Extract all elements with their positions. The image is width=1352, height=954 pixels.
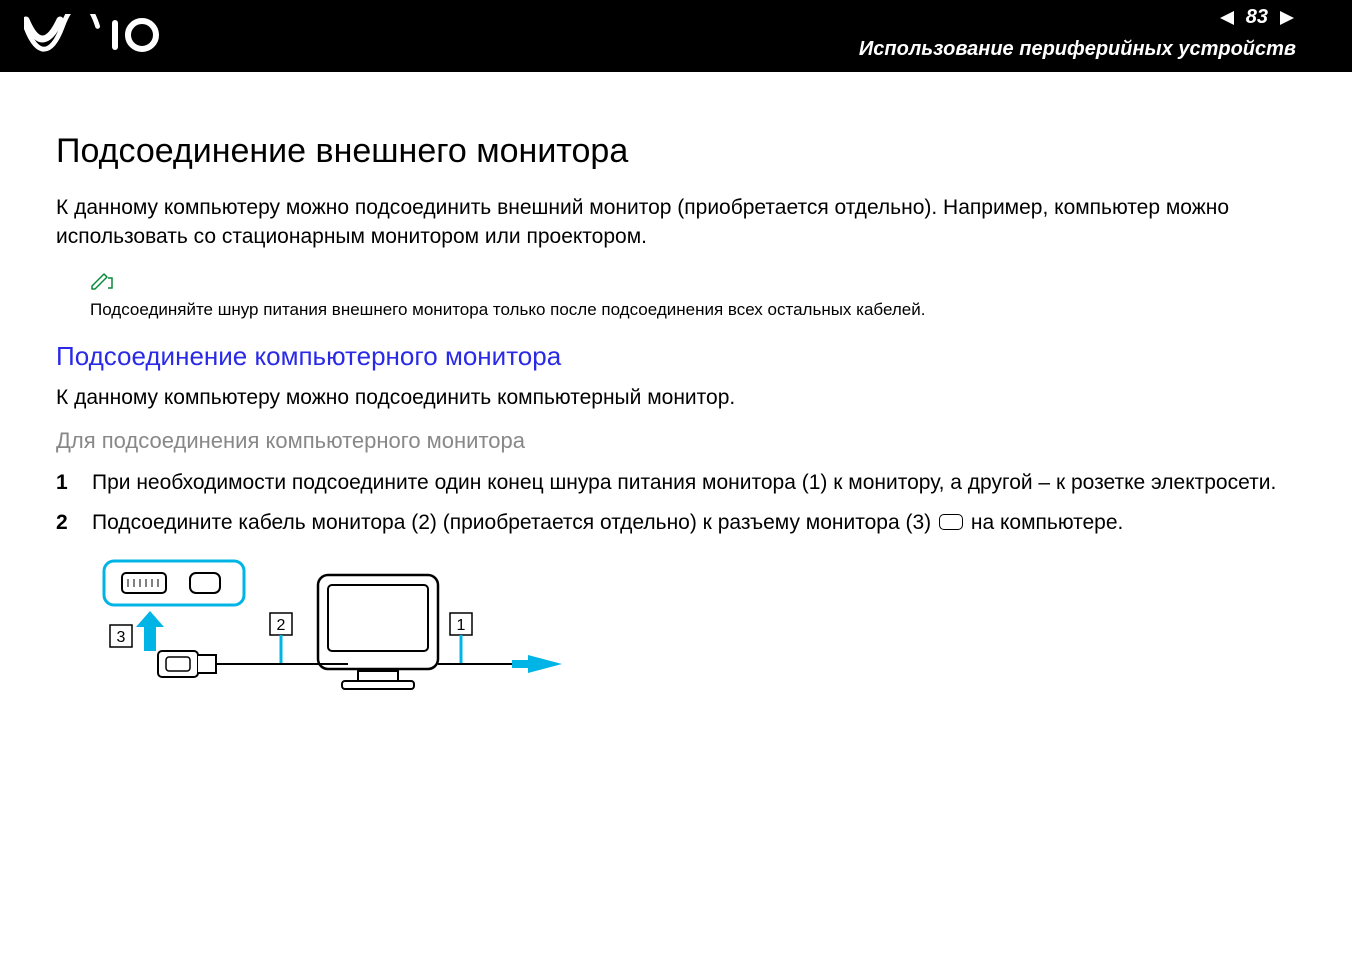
step-text-post: на компьютере. xyxy=(965,511,1123,534)
connection-diagram: 3 2 xyxy=(98,555,1296,720)
prev-page-arrow-icon[interactable] xyxy=(1218,9,1238,27)
diagram-label-2: 2 xyxy=(277,617,286,634)
note-text: Подсоединяйте шнур питания внешнего мони… xyxy=(90,299,1296,321)
step-number: 1 xyxy=(56,468,70,498)
vaio-logo xyxy=(24,14,164,59)
section-title: Использование периферийных устройств xyxy=(859,38,1296,61)
monitor-port-icon xyxy=(939,514,963,530)
page-number: 83 xyxy=(1246,6,1268,29)
content: Подсоединение внешнего монитора К данном… xyxy=(0,72,1352,720)
step-text: При необходимости подсоедините один коне… xyxy=(92,468,1296,498)
step-text: Подсоедините кабель монитора (2) (приобр… xyxy=(92,508,1296,538)
step-number: 2 xyxy=(56,508,70,538)
heading-2: Подсоединение компьютерного монитора xyxy=(56,341,1296,372)
note-pencil-icon xyxy=(90,272,1296,295)
page: 83 Использование периферийных устройств … xyxy=(0,0,1352,954)
step-item: 1 При необходимости подсоедините один ко… xyxy=(56,468,1296,498)
heading-3: Для подсоединения компьютерного монитора xyxy=(56,428,1296,454)
diagram-label-1: 1 xyxy=(457,617,466,634)
diagram-label-3: 3 xyxy=(117,629,126,646)
step-item: 2 Подсоедините кабель монитора (2) (прио… xyxy=(56,508,1296,538)
step-text-pre: Подсоедините кабель монитора (2) (приобр… xyxy=(92,511,937,534)
page-nav: 83 xyxy=(1218,6,1296,29)
heading-1: Подсоединение внешнего монитора xyxy=(56,132,1296,171)
steps-list: 1 При необходимости подсоедините один ко… xyxy=(56,468,1296,539)
next-page-arrow-icon[interactable] xyxy=(1276,9,1296,27)
intro-paragraph: К данному компьютеру можно подсоединить … xyxy=(56,193,1296,252)
header-bar: 83 Использование периферийных устройств xyxy=(0,0,1352,72)
note-block: Подсоединяйте шнур питания внешнего мони… xyxy=(90,272,1296,321)
sub-paragraph: К данному компьютеру можно подсоединить … xyxy=(56,386,1296,410)
